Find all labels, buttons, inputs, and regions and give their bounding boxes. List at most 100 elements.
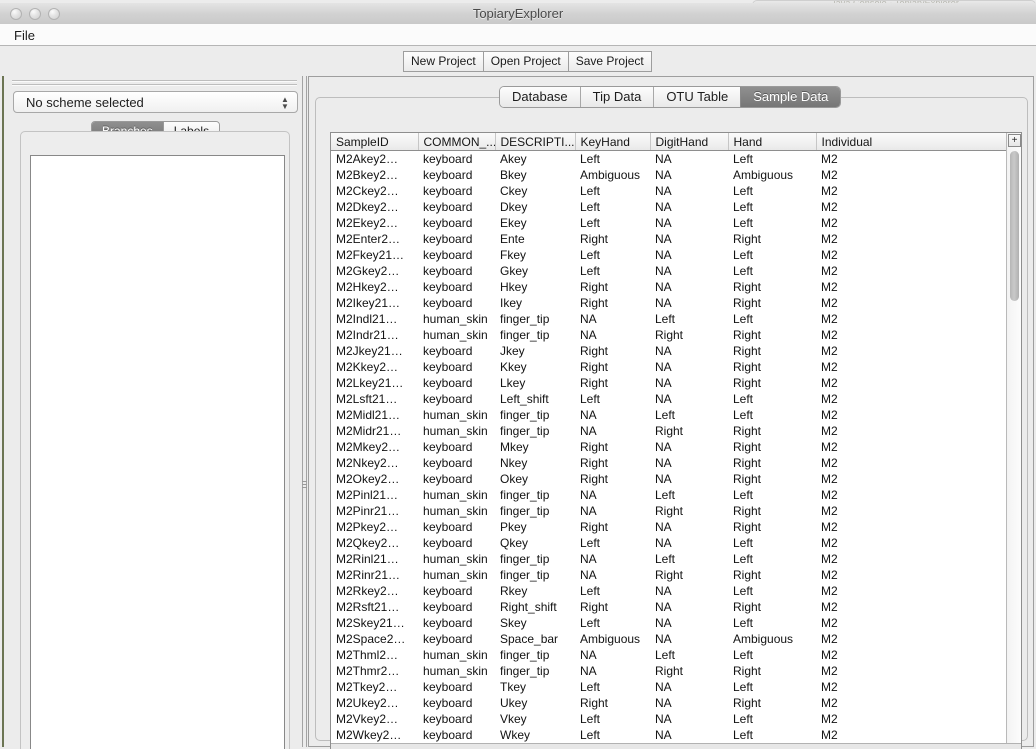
table-cell[interactable]: keyboard: [418, 295, 495, 311]
table-row[interactable]: M2Vkey2… keyboard Vkey Left NA Left M2: [331, 711, 1007, 727]
table-cell[interactable]: keyboard: [418, 263, 495, 279]
table-cell[interactable]: Left: [728, 583, 816, 599]
open-project-button[interactable]: Open Project: [482, 51, 569, 72]
table-cell[interactable]: Right: [575, 519, 650, 535]
table-cell[interactable]: Right: [728, 503, 816, 519]
table-cell[interactable]: M2: [816, 439, 1007, 455]
table-row[interactable]: M2Jkey21… keyboard Jkey Right NA Right M2: [331, 343, 1007, 359]
table-cell[interactable]: keyboard: [418, 215, 495, 231]
table-cell[interactable]: M2: [816, 711, 1007, 727]
table-cell[interactable]: M2Ekey2…: [331, 215, 418, 231]
menu-file[interactable]: File: [9, 26, 40, 45]
table-cell[interactable]: NA: [650, 375, 728, 391]
table-cell[interactable]: human_skin: [418, 503, 495, 519]
table-cell[interactable]: M2: [816, 487, 1007, 503]
table-row[interactable]: M2Thmr2… human_skin finger_tip NA Right Right…: [331, 663, 1007, 679]
table-cell[interactable]: M2: [816, 295, 1007, 311]
table-cell[interactable]: M2: [816, 391, 1007, 407]
table-cell[interactable]: Right: [575, 295, 650, 311]
table-cell[interactable]: Right: [728, 599, 816, 615]
table-row[interactable]: M2Enter2… keyboard Ente Right NA Right M2: [331, 231, 1007, 247]
table-cell[interactable]: Left: [650, 551, 728, 567]
table-cell[interactable]: human_skin: [418, 407, 495, 423]
table-cell[interactable]: NA: [650, 295, 728, 311]
table-cell[interactable]: M2: [816, 551, 1007, 567]
table-cell[interactable]: Left: [728, 247, 816, 263]
table-cell[interactable]: M2Pinr21…: [331, 503, 418, 519]
table-cell[interactable]: NA: [650, 519, 728, 535]
table-cell[interactable]: Lkey: [495, 375, 575, 391]
table-cell[interactable]: human_skin: [418, 423, 495, 439]
column-header-0[interactable]: SampleID: [331, 133, 419, 151]
table-cell[interactable]: Left: [575, 199, 650, 215]
table-cell[interactable]: M2: [816, 599, 1007, 615]
table-cell[interactable]: keyboard: [418, 151, 495, 168]
table-cell[interactable]: Ambiguous: [728, 631, 816, 647]
table-cell[interactable]: M2Akey2…: [331, 151, 418, 168]
table-cell[interactable]: M2Rinl21…: [331, 551, 418, 567]
table-cell[interactable]: keyboard: [418, 535, 495, 551]
table-cell[interactable]: Hkey: [495, 279, 575, 295]
table-cell[interactable]: M2Indl21…: [331, 311, 418, 327]
table-cell[interactable]: M2: [816, 263, 1007, 279]
table-cell[interactable]: Left: [728, 391, 816, 407]
table-cell[interactable]: Right: [575, 279, 650, 295]
table-cell[interactable]: Mkey: [495, 439, 575, 455]
table-cell[interactable]: NA: [650, 727, 728, 743]
table-cell[interactable]: Left: [575, 247, 650, 263]
tab-tip-data[interactable]: Tip Data: [579, 87, 654, 107]
table-cell[interactable]: Left: [728, 551, 816, 567]
table-row[interactable]: M2Midr21… human_skin finger_tip NA Right Righ…: [331, 423, 1007, 439]
table-cell[interactable]: NA: [650, 535, 728, 551]
table-row[interactable]: M2Gkey2… keyboard Gkey Left NA Left M2: [331, 263, 1007, 279]
table-cell[interactable]: Right: [728, 295, 816, 311]
table-cell[interactable]: NA: [575, 567, 650, 583]
column-header-2[interactable]: DESCRIPTI...: [495, 133, 576, 151]
table-cell[interactable]: Right_shift: [495, 599, 575, 615]
table-cell[interactable]: NA: [650, 471, 728, 487]
table-cell[interactable]: Right: [575, 359, 650, 375]
table-cell[interactable]: Right: [728, 519, 816, 535]
table-cell[interactable]: Ekey: [495, 215, 575, 231]
table-cell[interactable]: Ambiguous: [575, 167, 650, 183]
table-cell[interactable]: Left: [728, 199, 816, 215]
table-cell[interactable]: Ente: [495, 231, 575, 247]
table-cell[interactable]: M2Thmr2…: [331, 663, 418, 679]
table-cell[interactable]: M2Midr21…: [331, 423, 418, 439]
table-cell[interactable]: Left: [728, 487, 816, 503]
table-cell[interactable]: Left: [650, 647, 728, 663]
table-row[interactable]: M2Akey2… keyboard Akey Left NA Left M2: [331, 151, 1007, 168]
table-cell[interactable]: Right: [650, 327, 728, 343]
scheme-color-list[interactable]: [30, 155, 285, 749]
table-cell[interactable]: M2Nkey2…: [331, 455, 418, 471]
table-cell[interactable]: NA: [650, 183, 728, 199]
table-cell[interactable]: Right: [728, 455, 816, 471]
new-project-button[interactable]: New Project: [403, 51, 484, 72]
table-cell[interactable]: NA: [650, 679, 728, 695]
table-cell[interactable]: M2: [816, 535, 1007, 551]
table-cell[interactable]: keyboard: [418, 471, 495, 487]
table-cell[interactable]: Right: [728, 567, 816, 583]
table-cell[interactable]: M2: [816, 327, 1007, 343]
table-cell[interactable]: Left: [575, 151, 650, 168]
table-cell[interactable]: Left: [650, 487, 728, 503]
table-cell[interactable]: M2: [816, 167, 1007, 183]
table-cell[interactable]: Left: [575, 711, 650, 727]
table-cell[interactable]: M2: [816, 727, 1007, 743]
table-cell[interactable]: keyboard: [418, 727, 495, 743]
table-vertical-scrollbar[interactable]: +: [1006, 133, 1021, 749]
table-cell[interactable]: NA: [650, 599, 728, 615]
table-cell[interactable]: keyboard: [418, 519, 495, 535]
table-cell[interactable]: keyboard: [418, 231, 495, 247]
table-cell[interactable]: NA: [650, 215, 728, 231]
table-cell[interactable]: finger_tip: [495, 327, 575, 343]
table-cell[interactable]: M2Rinr21…: [331, 567, 418, 583]
table-cell[interactable]: Right: [728, 359, 816, 375]
table-cell[interactable]: Right: [728, 439, 816, 455]
table-cell[interactable]: NA: [650, 231, 728, 247]
table-cell[interactable]: Qkey: [495, 535, 575, 551]
table-cell[interactable]: Right: [575, 231, 650, 247]
table-row[interactable]: M2Rsft21… keyboard Right_shift Right NA Right…: [331, 599, 1007, 615]
table-row[interactable]: M2Tkey2… keyboard Tkey Left NA Left M2: [331, 679, 1007, 695]
table-row[interactable]: M2Rkey2… keyboard Rkey Left NA Left M2: [331, 583, 1007, 599]
